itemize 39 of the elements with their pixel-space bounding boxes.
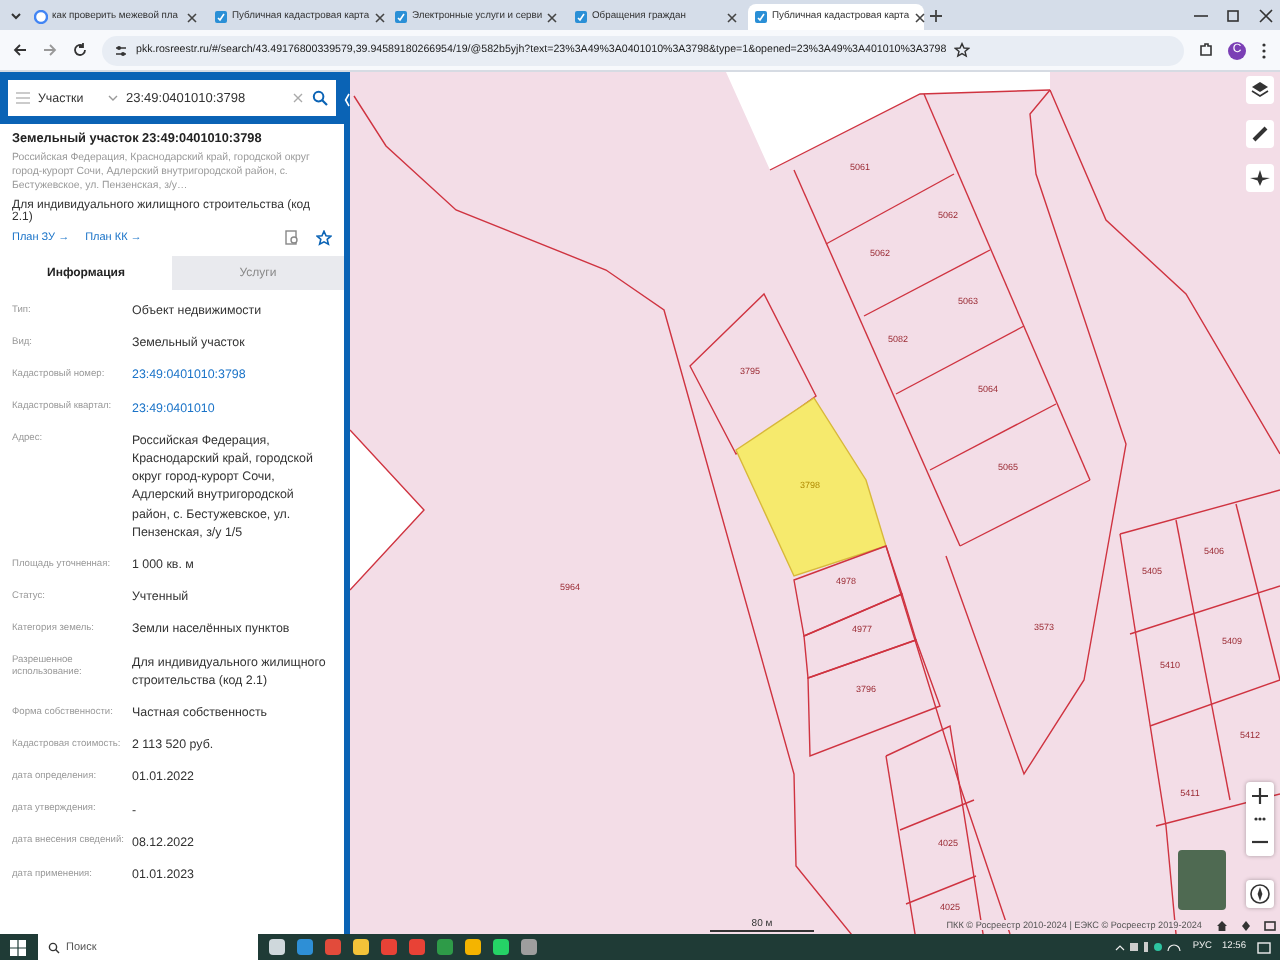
- favicon-icon: [34, 10, 48, 24]
- zoom-in-icon[interactable]: [1246, 782, 1274, 810]
- new-tab-icon[interactable]: [928, 7, 944, 23]
- windows-logo-icon[interactable]: [8, 937, 28, 957]
- menu-icon[interactable]: [1260, 41, 1268, 59]
- layers-icon[interactable]: [1246, 76, 1274, 104]
- collapse-icon[interactable]: [344, 92, 350, 108]
- home-icon[interactable]: [1216, 919, 1228, 931]
- locate-icon[interactable]: [1246, 164, 1274, 192]
- site-settings-icon[interactable]: [114, 43, 128, 57]
- land-parcel[interactable]: [793, 545, 903, 637]
- document-search-icon[interactable]: [284, 230, 300, 246]
- close-icon[interactable]: [546, 11, 559, 23]
- close-icon[interactable]: [726, 11, 738, 23]
- favicon-icon: [214, 10, 228, 24]
- tray-icons-icon: [1114, 940, 1183, 954]
- land-parcel[interactable]: [807, 639, 941, 757]
- reload-icon[interactable]: [72, 42, 88, 58]
- compass-icon[interactable]: [1246, 880, 1274, 908]
- search-icon: [48, 941, 60, 953]
- back-icon[interactable]: [12, 42, 28, 58]
- notification-icon[interactable]: [1256, 939, 1272, 955]
- land-parcel[interactable]: [803, 593, 917, 679]
- search-icon[interactable]: [312, 90, 328, 106]
- tab-search-icon[interactable]: [8, 7, 24, 23]
- close-icon[interactable]: [373, 11, 386, 23]
- close-icon[interactable]: [186, 11, 198, 23]
- forward-icon[interactable]: [42, 42, 58, 58]
- star-icon[interactable]: [954, 42, 971, 58]
- screen-icon[interactable]: [1264, 919, 1276, 931]
- favicon-icon: [754, 10, 768, 24]
- star-icon[interactable]: [316, 230, 332, 246]
- caret-icon: [108, 94, 118, 102]
- favicon-icon: [574, 10, 588, 24]
- extensions-icon[interactable]: [1198, 42, 1214, 58]
- satellite-thumbnail[interactable]: [1178, 850, 1226, 910]
- favicon-icon: [394, 10, 408, 24]
- close-icon[interactable]: [913, 11, 926, 23]
- ruler-icon[interactable]: [1246, 120, 1274, 148]
